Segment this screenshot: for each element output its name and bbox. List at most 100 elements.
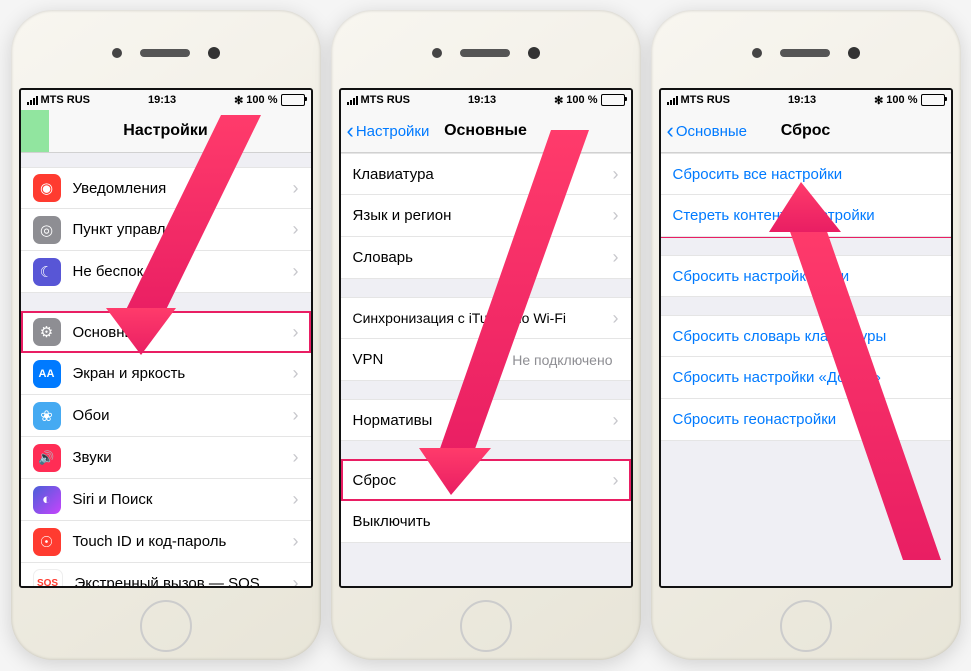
carrier-label: MTS RUS <box>361 94 411 106</box>
home-button[interactable] <box>140 600 192 652</box>
bluetooth-icon: ✻ <box>554 94 563 107</box>
row-label: Стереть контент и настройки <box>673 207 939 224</box>
chevron-right-icon: › <box>293 405 299 426</box>
row-label: Экран и яркость <box>73 365 293 382</box>
row-itunes-sync[interactable]: Синхронизация с iTunes по Wi-Fi › <box>341 297 631 339</box>
row-wallpaper[interactable]: ❀ Обои › <box>21 395 311 437</box>
row-control-center[interactable]: ◎ Пункт управления › <box>21 209 311 251</box>
display-icon: AA <box>33 360 61 388</box>
row-reset-keyboard[interactable]: Сбросить словарь клавиатуры <box>661 315 951 357</box>
camera-icon <box>208 47 220 59</box>
camera-icon <box>848 47 860 59</box>
row-label: Словарь <box>353 249 613 266</box>
bluetooth-icon: ✻ <box>234 94 243 107</box>
carrier-label: MTS RUS <box>41 94 91 106</box>
row-sos[interactable]: SOS Экстренный вызов — SOS › <box>21 563 311 587</box>
row-label: Сбросить настройки сети <box>673 268 939 285</box>
row-dnd[interactable]: ☾ Не беспок › <box>21 251 311 293</box>
battery-icon <box>921 94 945 106</box>
row-regulatory[interactable]: Нормативы › <box>341 399 631 441</box>
row-label: Сбросить настройки «Домой» <box>673 369 939 386</box>
speaker-icon <box>780 49 830 57</box>
chevron-right-icon: › <box>293 489 299 510</box>
chevron-right-icon: › <box>613 308 619 329</box>
row-label: Экстренный вызов — SOS <box>75 575 293 587</box>
row-label: Siri и Поиск <box>73 491 293 508</box>
battery-icon <box>281 94 305 106</box>
section-reset-main: Сбросить все настройки Стереть контент и… <box>661 153 951 237</box>
row-label: Уведомления <box>73 180 293 197</box>
row-general[interactable]: ⚙ Основные › <box>21 311 311 353</box>
time-label: 19:13 <box>148 94 176 106</box>
chevron-right-icon: › <box>293 573 299 587</box>
row-sounds[interactable]: 🔊 Звуки › <box>21 437 311 479</box>
battery-pct: 100 % <box>886 94 917 106</box>
status-bar: MTS RUS 19:13 ✻ 100 % <box>21 90 311 110</box>
row-label: Нормативы <box>353 412 613 429</box>
battery-pct: 100 % <box>246 94 277 106</box>
row-label: Выключить <box>353 513 619 530</box>
row-display[interactable]: AA Экран и яркость › <box>21 353 311 395</box>
row-label: Сбросить словарь клавиатуры <box>673 328 939 345</box>
back-button[interactable]: ‹ Основные <box>667 120 748 142</box>
screen: MTS RUS 19:13 ✻ 100 % Настройки ◉ Уведом… <box>19 88 313 588</box>
section-general: ⚙ Основные › AA Экран и яркость › ❀ Обои… <box>21 311 311 587</box>
chevron-left-icon: ‹ <box>667 120 674 142</box>
page-title: Сброс <box>781 122 830 140</box>
chevron-right-icon: › <box>613 247 619 268</box>
row-language[interactable]: Язык и регион › <box>341 195 631 237</box>
back-button[interactable]: ‹ Настройки <box>347 120 430 142</box>
fingerprint-icon: ☉ <box>33 528 61 556</box>
reset-list[interactable]: Сбросить все настройки Стереть контент и… <box>661 153 951 587</box>
back-label: Настройки <box>356 123 430 140</box>
section-regulatory: Нормативы › <box>341 399 631 441</box>
row-touchid[interactable]: ☉ Touch ID и код-пароль › <box>21 521 311 563</box>
screen: MTS RUS 19:13 ✻ 100 % ‹ Основные Сброс С… <box>659 88 953 588</box>
row-reset-location[interactable]: Сбросить геонастройки <box>661 399 951 441</box>
row-keyboard[interactable]: Клавиатура › <box>341 153 631 195</box>
time-label: 19:13 <box>468 94 496 106</box>
row-dictionary[interactable]: Словарь › <box>341 237 631 279</box>
general-list[interactable]: Клавиатура › Язык и регион › Словарь › С… <box>341 153 631 587</box>
row-reset-network[interactable]: Сбросить настройки сети <box>661 255 951 297</box>
settings-list[interactable]: ◉ Уведомления › ◎ Пункт управления › ☾ Н… <box>21 153 311 587</box>
sound-icon: 🔊 <box>33 444 61 472</box>
chevron-right-icon: › <box>293 322 299 343</box>
phone-top <box>659 18 953 88</box>
row-vpn[interactable]: VPN Не подключено <box>341 339 631 381</box>
row-label: Звуки <box>73 449 293 466</box>
row-reset-home[interactable]: Сбросить настройки «Домой» <box>661 357 951 399</box>
phone-mockup-3: MTS RUS 19:13 ✻ 100 % ‹ Основные Сброс С… <box>651 10 961 660</box>
chevron-right-icon: › <box>293 261 299 282</box>
back-label: Основные <box>676 123 747 140</box>
section-notifications: ◉ Уведомления › ◎ Пункт управления › ☾ Н… <box>21 167 311 293</box>
row-shutdown[interactable]: Выключить <box>341 501 631 543</box>
row-label: VPN <box>353 351 513 368</box>
row-label: Основные <box>73 324 293 341</box>
speaker-icon <box>460 49 510 57</box>
home-button[interactable] <box>780 600 832 652</box>
row-reset-all[interactable]: Сбросить все настройки <box>661 153 951 195</box>
row-label: Сбросить все настройки <box>673 166 939 183</box>
row-erase-content[interactable]: Стереть контент и настройки <box>661 195 951 237</box>
moon-icon: ☾ <box>33 258 61 286</box>
chevron-right-icon: › <box>613 410 619 431</box>
chevron-right-icon: › <box>613 470 619 491</box>
navigation-bar: ‹ Настройки Основные <box>341 110 631 153</box>
phone-mockup-1: MTS RUS 19:13 ✻ 100 % Настройки ◉ Уведом… <box>11 10 321 660</box>
chevron-right-icon: › <box>613 164 619 185</box>
wallpaper-icon: ❀ <box>33 402 61 430</box>
phone-mockup-2: MTS RUS 19:13 ✻ 100 % ‹ Настройки Основн… <box>331 10 641 660</box>
row-reset[interactable]: Сброс › <box>341 459 631 501</box>
row-label: Обои <box>73 407 293 424</box>
siri-icon: ◐ <box>33 486 61 514</box>
page-title: Основные <box>444 122 527 140</box>
selection-indicator <box>21 110 49 152</box>
home-button[interactable] <box>460 600 512 652</box>
speaker-icon <box>140 49 190 57</box>
row-label: Сбросить геонастройки <box>673 411 939 428</box>
row-notifications[interactable]: ◉ Уведомления › <box>21 167 311 209</box>
row-siri[interactable]: ◐ Siri и Поиск › <box>21 479 311 521</box>
row-label: Сброс <box>353 472 613 489</box>
section-reset-other: Сбросить словарь клавиатуры Сбросить нас… <box>661 315 951 441</box>
